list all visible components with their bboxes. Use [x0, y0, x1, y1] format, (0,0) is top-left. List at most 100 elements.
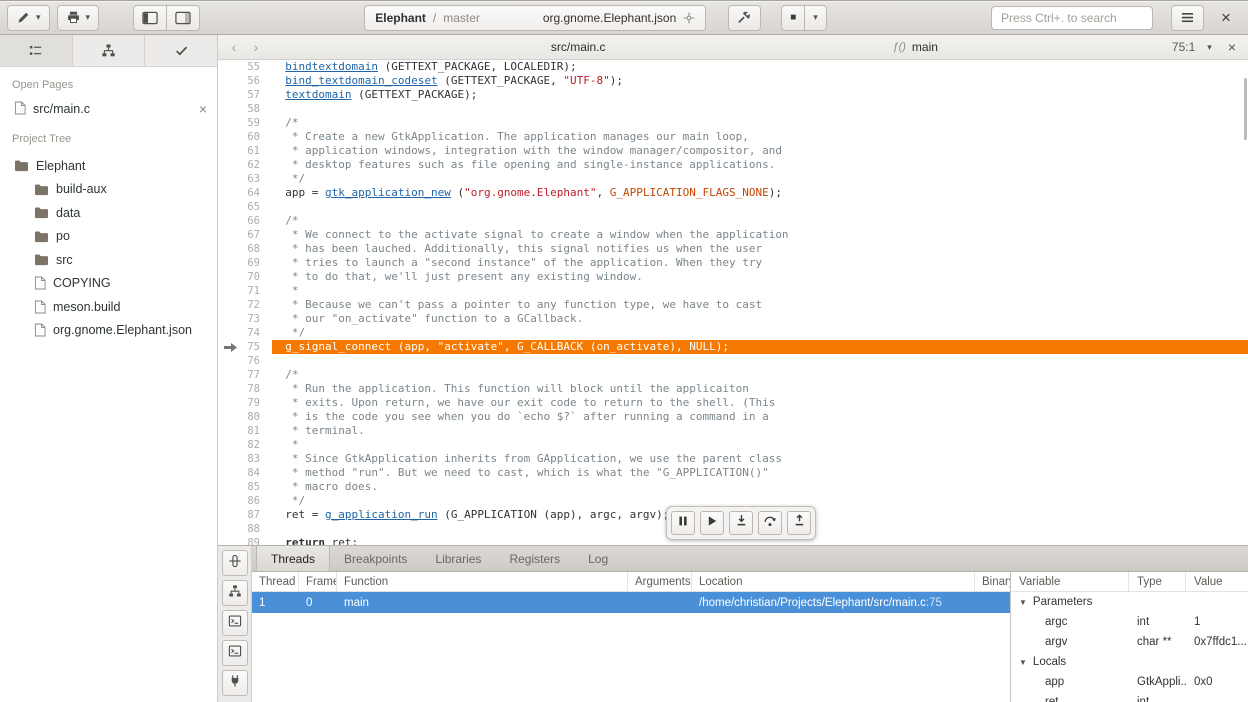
variable-argv[interactable]: argvchar **0x7ffdc1... [1011, 632, 1248, 652]
variable-ret[interactable]: retint [1011, 692, 1248, 702]
tree-item-data[interactable]: data [0, 201, 217, 225]
tree-item-label: build-aux [56, 182, 107, 196]
code-line-63[interactable]: 63 */ [218, 172, 1248, 186]
code-line-82[interactable]: 82 * [218, 438, 1248, 452]
expander-icon[interactable]: ▼ [1019, 598, 1027, 607]
variable-app[interactable]: appGtkAppli...0x0 [1011, 672, 1248, 692]
stop-button[interactable]: ■ [781, 5, 805, 31]
continue-button[interactable] [700, 511, 724, 535]
tree-item-meson.build[interactable]: meson.build [0, 295, 217, 319]
code-line-74[interactable]: 74 */ [218, 326, 1248, 340]
gutter-space [218, 424, 242, 438]
gutter-space [218, 312, 242, 326]
panel-tab-threads[interactable]: Threads [256, 546, 330, 571]
code-line-64[interactable]: 64 app = gtk_application_new ("org.gnome… [218, 186, 1248, 200]
panel-tab-libraries[interactable]: Libraries [421, 546, 495, 571]
code-line-75[interactable]: 75 g_signal_connect (app, "activate", G_… [218, 340, 1248, 354]
code-line-80[interactable]: 80 * is the code you see when you do `ec… [218, 410, 1248, 424]
tree-item-Elephant[interactable]: Elephant [0, 154, 217, 178]
window-close-button[interactable]: × [1211, 4, 1241, 32]
code-line-72[interactable]: 72 * Because we can't pass a pointer to … [218, 298, 1248, 312]
editor-options-dropdown-button[interactable]: ▾ [1201, 43, 1218, 52]
tree-item-src[interactable]: src [0, 248, 217, 272]
open-page-item[interactable]: src/main.c× [0, 97, 217, 121]
panel-switch-terminal-button[interactable] [222, 610, 248, 636]
code-text: */ [272, 326, 1248, 340]
panel-tab-log[interactable]: Log [574, 546, 622, 571]
code-line-70[interactable]: 70 * to do that, we'll just present any … [218, 270, 1248, 284]
code-line-85[interactable]: 85 * macro does. [218, 480, 1248, 494]
sidebar-tab-build[interactable] [73, 35, 146, 66]
variable-group-Parameters[interactable]: ▼Parameters [1011, 592, 1248, 612]
column-header-arguments: Arguments [628, 572, 692, 591]
panel-switch-terminal-run-button[interactable] [222, 640, 248, 666]
search-input[interactable] [991, 6, 1153, 30]
toggle-left-panel-button[interactable] [133, 5, 167, 31]
run-options-dropdown-button[interactable]: ▾ [805, 5, 827, 31]
code-line-71[interactable]: 71 * [218, 284, 1248, 298]
code-line-77[interactable]: 77 /* [218, 368, 1248, 382]
menu-button[interactable] [1171, 5, 1204, 31]
code-line-57[interactable]: 57 textdomain (GETTEXT_PACKAGE); [218, 88, 1248, 102]
step-over-button[interactable] [758, 511, 782, 535]
pause-button[interactable] [671, 511, 695, 535]
symbol-menu-button[interactable]: ƒ() main [892, 40, 937, 54]
tree-item-label: org.gnome.Elephant.json [53, 323, 192, 337]
code-line-62[interactable]: 62 * desktop features such as file openi… [218, 158, 1248, 172]
folder-icon [34, 183, 49, 196]
omnibar-button[interactable]: Elephant / master org.gnome.Elephant.jso… [364, 5, 706, 31]
code-text: * terminal. [272, 424, 1248, 438]
navigate-forward-button[interactable]: › [248, 39, 264, 55]
panel-tab-breakpoints[interactable]: Breakpoints [330, 546, 421, 571]
code-line-67[interactable]: 67 * We connect to the activate signal t… [218, 228, 1248, 242]
code-line-79[interactable]: 79 * exits. Upon return, we have our exi… [218, 396, 1248, 410]
step-in-button[interactable] [729, 511, 753, 535]
code-line-84[interactable]: 84 * method "run". But we need to cast, … [218, 466, 1248, 480]
code-line-56[interactable]: 56 bind_textdomain_codeset (GETTEXT_PACK… [218, 74, 1248, 88]
toggle-right-panel-button[interactable] [167, 5, 200, 31]
sidebar-tab-todo[interactable] [145, 35, 217, 66]
code-line-69[interactable]: 69 * tries to launch a "second instance"… [218, 256, 1248, 270]
panel-switch-build-pipeline-button[interactable] [222, 550, 248, 576]
code-editor[interactable]: 55 bindtextdomain (GETTEXT_PACKAGE, LOCA… [218, 60, 1248, 545]
expander-icon[interactable]: ▼ [1019, 658, 1027, 667]
line-number: 78 [242, 382, 272, 396]
build-config-dropdown-button[interactable]: ▾ [7, 5, 50, 31]
close-page-button[interactable]: × [1224, 39, 1240, 55]
code-line-68[interactable]: 68 * has been lauched. Additionally, thi… [218, 242, 1248, 256]
tree-item-po[interactable]: po [0, 225, 217, 249]
variable-argc[interactable]: argcint1 [1011, 612, 1248, 632]
close-page-icon[interactable]: × [199, 102, 207, 116]
code-line-59[interactable]: 59 /* [218, 116, 1248, 130]
code-line-81[interactable]: 81 * terminal. [218, 424, 1248, 438]
step-in-icon [735, 514, 748, 532]
device-dropdown-button[interactable]: ▾ [57, 5, 100, 31]
gutter-space [218, 536, 242, 545]
code-line-65[interactable]: 65 [218, 200, 1248, 214]
tree-item-build-aux[interactable]: build-aux [0, 178, 217, 202]
code-line-58[interactable]: 58 [218, 102, 1248, 116]
sidebar-tab-pages[interactable] [0, 35, 73, 66]
panel-tab-registers[interactable]: Registers [495, 546, 574, 571]
code-line-76[interactable]: 76 [218, 354, 1248, 368]
tree-item-COPYING[interactable]: COPYING [0, 272, 217, 296]
code-line-61[interactable]: 61 * application windows, integration wi… [218, 144, 1248, 158]
code-line-55[interactable]: 55 bindtextdomain (GETTEXT_PACKAGE, LOCA… [218, 60, 1248, 74]
thread-row[interactable]: 10main/home/christian/Projects/Elephant/… [252, 592, 1010, 613]
step-out-button[interactable] [787, 511, 811, 535]
thread-cell: 1 [252, 597, 299, 609]
code-line-60[interactable]: 60 * Create a new GtkApplication. The ap… [218, 130, 1248, 144]
panel-switch-debugger-button[interactable] [222, 580, 248, 606]
tree-item-org.gnome.Elephant.json[interactable]: org.gnome.Elephant.json [0, 319, 217, 343]
code-line-73[interactable]: 73 * our "on_activate" function to a GCa… [218, 312, 1248, 326]
code-line-78[interactable]: 78 * Run the application. This function … [218, 382, 1248, 396]
variable-group-Locals[interactable]: ▼Locals [1011, 652, 1248, 672]
variable-name: argc [1011, 616, 1129, 628]
debugger-panel: ThreadsBreakpointsLibrariesRegistersLog … [252, 546, 1248, 702]
code-line-66[interactable]: 66 /* [218, 214, 1248, 228]
code-line-83[interactable]: 83 * Since GtkApplication inherits from … [218, 452, 1248, 466]
navigate-back-button[interactable]: ‹ [226, 39, 242, 55]
build-button[interactable] [728, 5, 761, 31]
editor-scrollbar[interactable] [1244, 78, 1247, 140]
panel-switch-plug-button[interactable] [222, 670, 248, 696]
